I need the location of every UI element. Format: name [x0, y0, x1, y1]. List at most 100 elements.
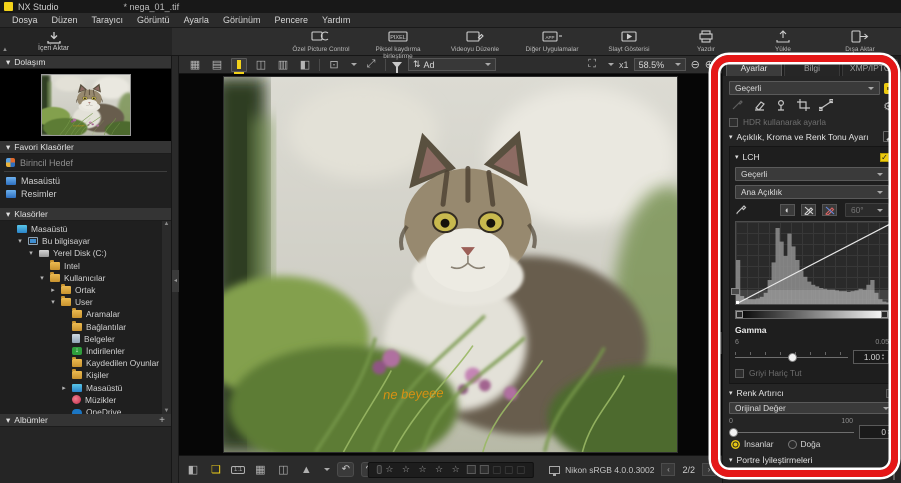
color-booster-checkbox[interactable] [886, 389, 895, 398]
zoom-out-icon[interactable]: ⊖ [691, 58, 700, 71]
menu-item-görünüm[interactable]: Görünüm [217, 14, 267, 26]
sidebar-collapse-handle[interactable]: ◂ [172, 270, 179, 292]
lch-header[interactable]: ▾ LCH ✓ [735, 151, 889, 163]
compare-mode-icon[interactable]: ◧ [185, 463, 201, 477]
booster-slider[interactable] [729, 426, 854, 438]
tab-adjustments[interactable]: Ayarlar [726, 59, 782, 76]
right-panel-collapse-handle[interactable]: ▸ [716, 332, 722, 354]
zoom-level-dropdown[interactable]: 58.5% [634, 58, 686, 71]
tree-item-ba-lant-lar[interactable]: Bağlantılar [0, 321, 171, 333]
tree-item-yerel-disk-c-[interactable]: ▾Yerel Disk (C:) [0, 247, 171, 259]
exclude-gray-option[interactable]: Griyi Hariç Tut [735, 368, 889, 378]
tag-icon[interactable] [517, 466, 525, 474]
tab-info[interactable]: Bilgi [784, 59, 840, 76]
skin-softening-checkbox[interactable] [893, 468, 895, 480]
radio-nature[interactable]: Doğa [788, 439, 821, 449]
menu-item-düzen[interactable]: Düzen [46, 14, 84, 26]
tree-item-ki-iler[interactable]: Kişiler [0, 369, 171, 381]
chevron-down-icon[interactable] [351, 63, 357, 66]
menu-item-görüntü[interactable]: Görüntü [131, 14, 176, 26]
color-booster-header[interactable]: ▾ Renk Artırıcı [729, 388, 895, 398]
histogram-plot[interactable] [735, 221, 889, 305]
image-viewport[interactable]: ▸ [179, 74, 722, 455]
multi-page-icon[interactable]: ❏ [208, 463, 224, 477]
tree-item-i-ndirilenler[interactable]: İndirilenler [0, 345, 171, 357]
booster-value-input[interactable]: 0 ▲▼ [859, 425, 895, 439]
tree-item-m-zikler[interactable]: Müzikler [0, 394, 171, 406]
tree-expander-icon[interactable]: ▾ [49, 298, 57, 306]
add-album-button[interactable]: + [159, 415, 165, 426]
split-overlay-icon[interactable]: ◫ [275, 463, 291, 477]
grid-view-icon[interactable]: ▦ [187, 58, 203, 71]
other-apps-button[interactable]: APPDiğer Uygulamalar [521, 30, 583, 53]
filter-icon[interactable] [392, 62, 402, 68]
menu-item-yardım[interactable]: Yardım [316, 14, 356, 26]
radio-people[interactable]: İnsanlar [731, 439, 774, 449]
pixel-ratio-icon[interactable]: 1:1 [231, 466, 245, 474]
navigation-header[interactable]: ▾Dolaşım [0, 56, 171, 69]
tree-item-user[interactable]: ▾User [0, 296, 171, 308]
exclude-gray-checkbox[interactable] [735, 369, 744, 378]
curve-anchor-handle[interactable] [731, 288, 740, 295]
tree-item-masa-st-[interactable]: ▸Masaüstü [0, 381, 171, 393]
tree-expander-icon[interactable]: ▾ [16, 237, 24, 245]
tree-expander-icon[interactable]: ▸ [60, 384, 68, 392]
photo-canvas[interactable] [223, 76, 678, 453]
tab-xmp-iptc[interactable]: XMP/IPTC [842, 59, 898, 76]
eyedropper-icon[interactable] [735, 203, 748, 217]
gamma-slider-handle[interactable] [788, 353, 797, 362]
rating-widget[interactable]: ☆ ☆ ☆ ☆ ☆ [367, 462, 533, 478]
picture-control-button[interactable]: Özel Picture Control [290, 30, 352, 53]
gamma-value-input[interactable]: 1.00 ▲▼ [853, 350, 889, 364]
grid-overlay-icon[interactable]: ▦ [252, 463, 268, 477]
fullscreen-icon[interactable]: ⤢ [363, 58, 379, 71]
preset-dropdown[interactable]: Geçerli [729, 81, 880, 95]
contrast-curve-icon[interactable]: ◐ [780, 204, 795, 216]
multi-view-icon[interactable]: ▥ [275, 58, 291, 71]
albums-header[interactable]: ▾Albümler+ [0, 414, 171, 427]
eraser-icon[interactable] [753, 99, 766, 113]
saved-adjustments-badge-icon[interactable] [884, 83, 895, 94]
photo-thumbnail[interactable] [41, 74, 131, 136]
zoom-in-icon[interactable]: ⊕ [705, 58, 714, 71]
favorite-item-3[interactable]: Resimler [0, 187, 171, 200]
video-edit-button[interactable]: Videoyu Düzenle [444, 30, 506, 53]
next-image-button[interactable]: › [702, 463, 716, 476]
white-point-handle[interactable] [881, 311, 888, 318]
sort-dropdown[interactable]: ⇅ Ad [408, 58, 496, 71]
hdr-checkbox[interactable] [729, 118, 738, 127]
favorites-header[interactable]: ▾Favori Klasörler [0, 141, 171, 154]
hdr-option[interactable]: HDR kullanarak ayarla [729, 117, 895, 127]
tree-item-onedrive[interactable]: OneDrive [0, 406, 171, 414]
tree-expander-icon[interactable]: ▾ [27, 249, 35, 257]
tree-item-bu-bilgisayar[interactable]: ▾Bu bilgisayar [0, 235, 171, 247]
favorite-item-1[interactable]: Birincil Hedef [0, 156, 171, 169]
color-booster-dropdown[interactable]: Orijinal Değer [729, 402, 895, 414]
scroll-up-icon[interactable]: ▲ [164, 221, 170, 227]
tree-item-masa-st-[interactable]: Masaüstü [0, 223, 171, 235]
levels-gradient-bar[interactable] [735, 310, 889, 319]
lch-enabled-checkbox[interactable]: ✓ [880, 153, 889, 162]
single-view-icon[interactable] [231, 58, 247, 72]
tree-scrollbar[interactable]: ▲▼ [162, 221, 171, 414]
lch-preset-dropdown[interactable]: Geçerli [735, 167, 889, 181]
rating-stars[interactable]: ☆ ☆ ☆ ☆ ☆ [385, 464, 462, 475]
sidebar-splitter[interactable]: ◂ [172, 56, 179, 483]
label-button-1[interactable] [467, 465, 476, 474]
label-button-2[interactable] [480, 465, 489, 474]
edit-curve-icon[interactable] [801, 204, 816, 216]
folders-header[interactable]: ▾Klasörler [0, 208, 171, 221]
chevron-down-icon[interactable] [608, 63, 614, 66]
spinner-icons[interactable]: ▲▼ [881, 351, 887, 363]
tree-expander-icon[interactable]: ▸ [49, 286, 57, 294]
tree-item-ortak[interactable]: ▸Ortak [0, 284, 171, 296]
previous-image-button[interactable]: ‹ [661, 463, 675, 476]
portrait-section-header[interactable]: ▾ Portre İyileştirmeleri [729, 455, 895, 465]
skin-softening-header[interactable]: ▾ Ten yumuşatma RAW [729, 469, 895, 479]
image-filmstrip-view-icon[interactable]: ◫ [253, 58, 269, 71]
menu-item-pencere[interactable]: Pencere [268, 14, 314, 26]
black-point-handle[interactable] [736, 311, 743, 318]
tone-section-header[interactable]: ▾ Açıklık, Kroma ve Renk Tonu Ayarı [729, 131, 895, 142]
undo-button[interactable]: ↶ [337, 462, 354, 477]
tree-expander-icon[interactable]: ▾ [38, 274, 46, 282]
